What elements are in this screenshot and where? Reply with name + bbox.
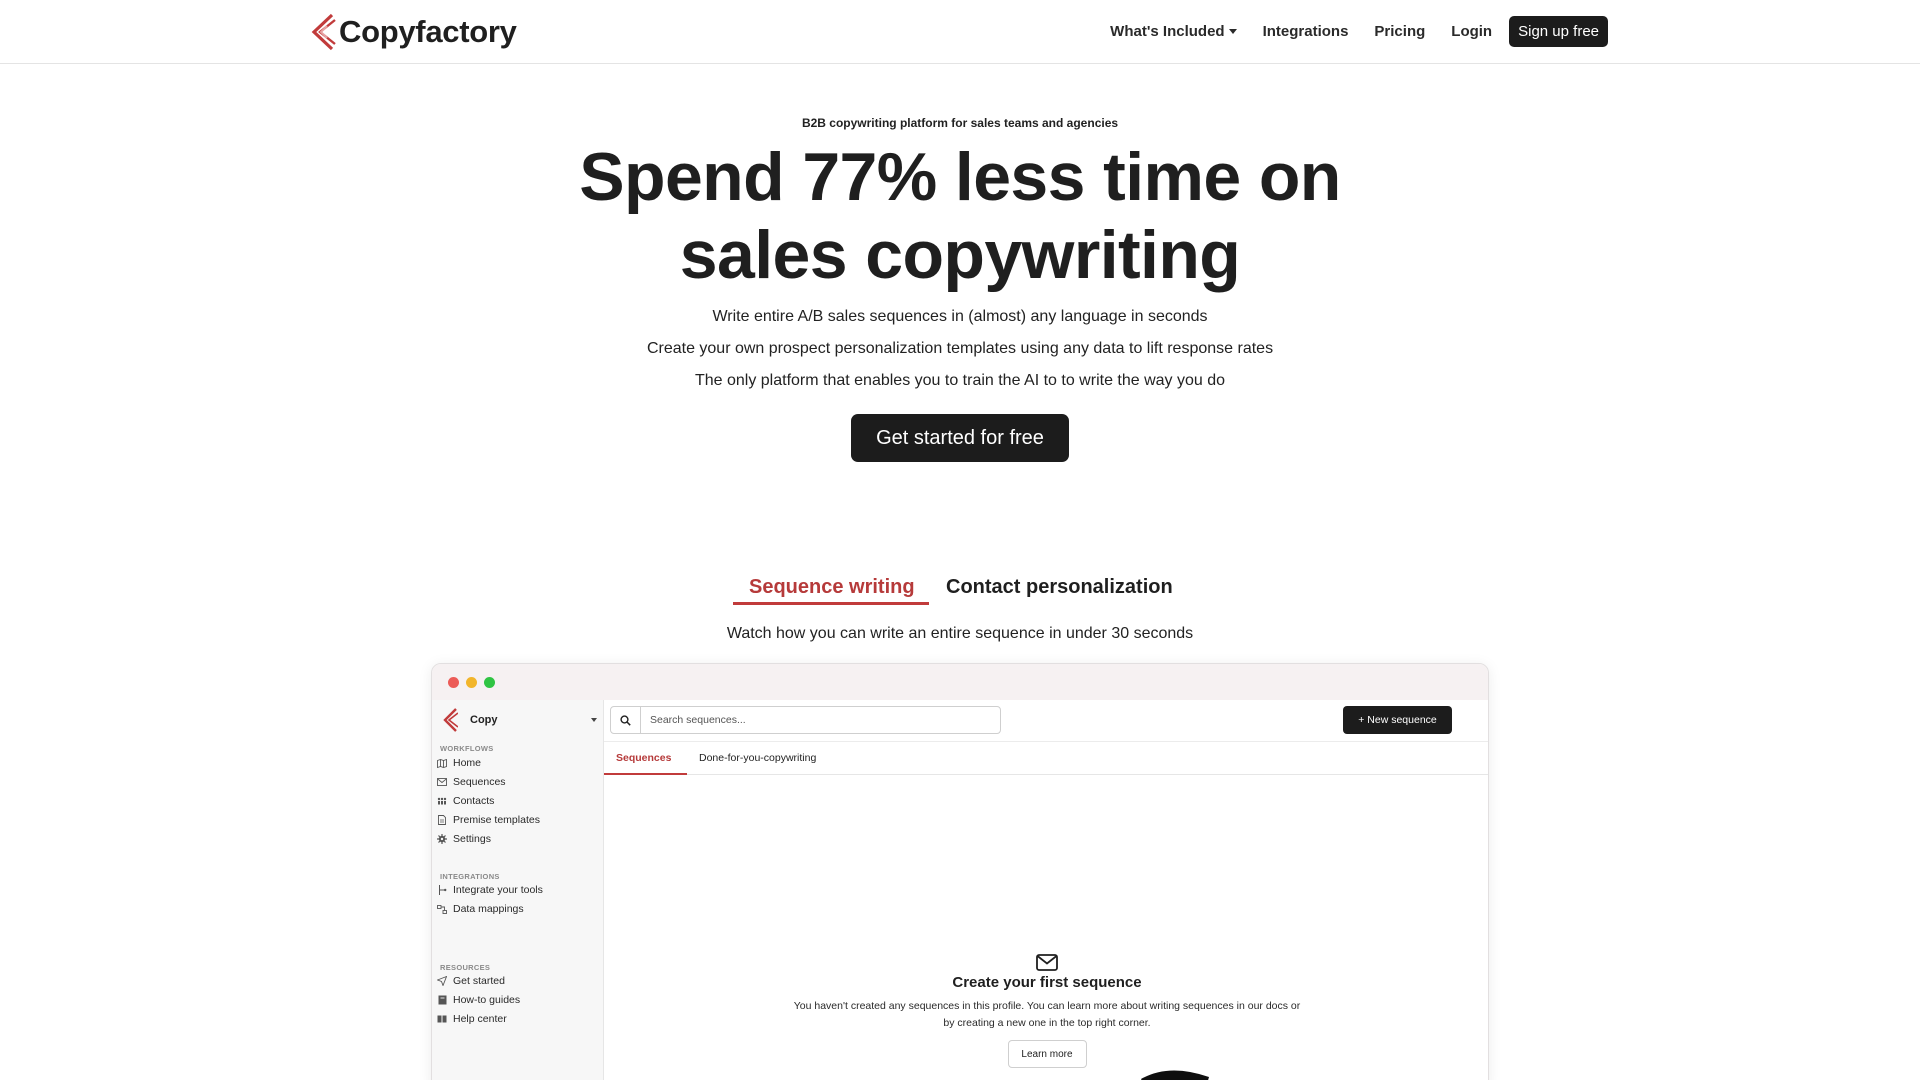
tab-contact-personalization[interactable]: Contact personalization [946,576,1173,599]
empty-state-description: You haven't created any sequences in thi… [793,1000,1301,1029]
hero-headline: Spend 77% less time on sales copywriting [0,138,1920,294]
hero-eyebrow: B2B copywriting platform for sales teams… [801,116,1119,130]
envelope-icon [1036,954,1058,971]
sidebar-item-integrate-tools[interactable]: Integrate your tools [437,881,543,899]
hero-bullet-1: Write entire A/B sales sequences in (alm… [712,308,1208,325]
sidebar-item-sequences[interactable]: Sequences [437,773,506,791]
section-label-workflows: WORKFLOWS [440,744,494,753]
active-tab-underline [733,602,929,605]
sidebar-item-label: Help center [453,1013,507,1025]
sidebar-item-label: How-to guides [453,994,521,1006]
brand-link[interactable]: Copyfactory [310,12,517,52]
nav-integrations[interactable]: Integrations [1263,23,1349,40]
section-label-resources: RESOURCES [440,963,491,972]
empty-state-title: Create your first sequence [952,974,1142,991]
sidebar-item-label: Integrate your tools [453,884,543,896]
top-nav: Copyfactory What's Included Integrations… [0,0,1920,64]
sidebar-item-settings[interactable]: Settings [437,830,491,848]
empty-state: Create your first sequence You haven't c… [604,954,1488,1068]
workspace-logo-icon [443,708,458,732]
subtab-done-for-you[interactable]: Done-for-you-copywriting [699,752,816,764]
hero-bullet-2: Create your own prospect personalization… [646,340,1274,357]
workspace-switcher[interactable]: Copy [442,706,597,734]
tab-sequence-writing[interactable]: Sequence writing [749,576,915,599]
close-window-dot [448,677,459,688]
sidebar-item-premise-templates[interactable]: Premise templates [437,811,540,829]
sidebar-item-help-center[interactable]: Help center [437,1010,507,1028]
sidebar-item-label: Settings [453,833,491,845]
brand-name: Copyfactory [339,14,517,49]
nav-whats-included[interactable]: What's Included [1110,23,1237,40]
nav-whats-included-label: What's Included [1110,23,1225,40]
minimize-window-dot [466,677,477,688]
sidebar-item-get-started[interactable]: Get started [437,972,505,990]
users-icon [437,796,447,806]
caret-down-icon [1228,29,1237,34]
search-input[interactable] [641,707,1000,733]
search-icon [611,707,641,733]
section-label-integrations: INTEGRATIONS [440,872,500,881]
subtab-active-underline [604,773,687,775]
nav-login[interactable]: Login [1451,23,1492,40]
book-icon [437,995,447,1005]
app-sidebar: Copy WORKFLOWS Home Sequences Contacts P… [432,700,604,1080]
mail-icon [437,777,447,787]
sidebar-item-label: Sequences [453,776,506,788]
gear-icon [437,834,447,844]
sidebar-item-label: Get started [453,975,505,987]
sidebar-item-how-to-guides[interactable]: How-to guides [437,991,520,1009]
sidebar-item-contacts[interactable]: Contacts [437,792,494,810]
map-icon [437,758,447,768]
sidebar-item-label: Home [453,757,482,769]
signup-button[interactable]: Sign up free [1509,16,1608,47]
feature-caption: Watch how you can write an entire sequen… [726,625,1194,642]
headline-line-2: sales copywriting [679,217,1241,293]
search-box [610,706,1001,734]
sidebar-item-label: Premise templates [453,814,540,826]
caret-down-icon [591,718,597,722]
copyfactory-logo-icon [311,13,336,51]
document-icon [437,815,447,825]
sidebar-item-home[interactable]: Home [437,754,481,772]
mapping-icon [437,904,447,914]
sidebar-item-label: Data mappings [453,903,524,915]
maximize-window-dot [484,677,495,688]
subtab-sequences[interactable]: Sequences [616,752,671,764]
hero-bullet-3: The only platform that enables you to tr… [694,372,1226,389]
app-subtabs: Sequences Done-for-you-copywriting [604,743,1488,775]
app-preview-window: Copy WORKFLOWS Home Sequences Contacts P… [431,663,1489,1080]
branch-icon [437,885,447,895]
app-topbar: + New sequence [604,700,1488,742]
learn-more-button[interactable]: Learn more [1007,1040,1087,1068]
get-started-button[interactable]: Get started for free [851,414,1069,462]
sidebar-item-label: Contacts [453,795,495,807]
window-titlebar [432,664,1488,700]
nav-links: What's Included Integrations Pricing Log… [1110,16,1608,47]
send-icon [437,976,447,986]
nav-pricing[interactable]: Pricing [1374,23,1425,40]
open-book-icon [437,1014,447,1024]
sidebar-item-data-mappings[interactable]: Data mappings [437,900,524,918]
cursor-swoosh-decoration [1141,1070,1209,1080]
headline-line-1: Spend 77% less time on [579,139,1341,215]
new-sequence-button[interactable]: + New sequence [1343,706,1452,734]
workspace-name: Copy [470,714,498,726]
